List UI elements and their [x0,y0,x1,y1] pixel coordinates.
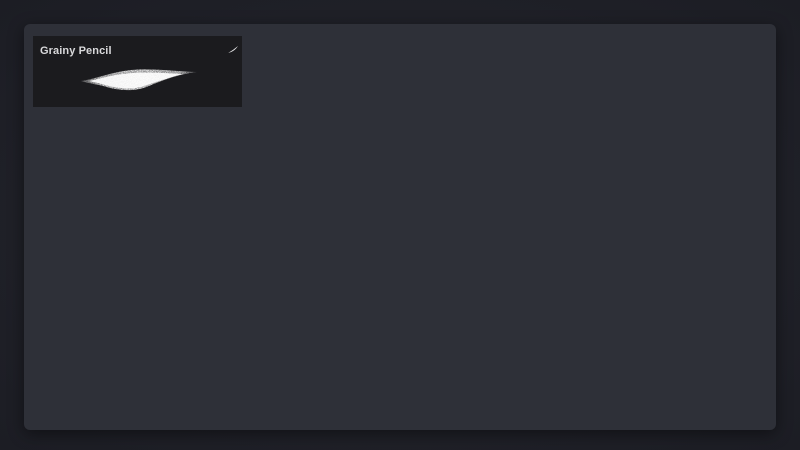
brush-item-grainy-pencil[interactable]: Grainy Pencil [33,36,242,107]
app-background: Grainy Pencil [0,0,800,450]
brush-type-icon [228,46,238,53]
brush-library-panel: Grainy Pencil [24,24,776,430]
grainy-stroke-preview [81,69,197,91]
brush-name-label: Grainy Pencil [40,45,112,57]
